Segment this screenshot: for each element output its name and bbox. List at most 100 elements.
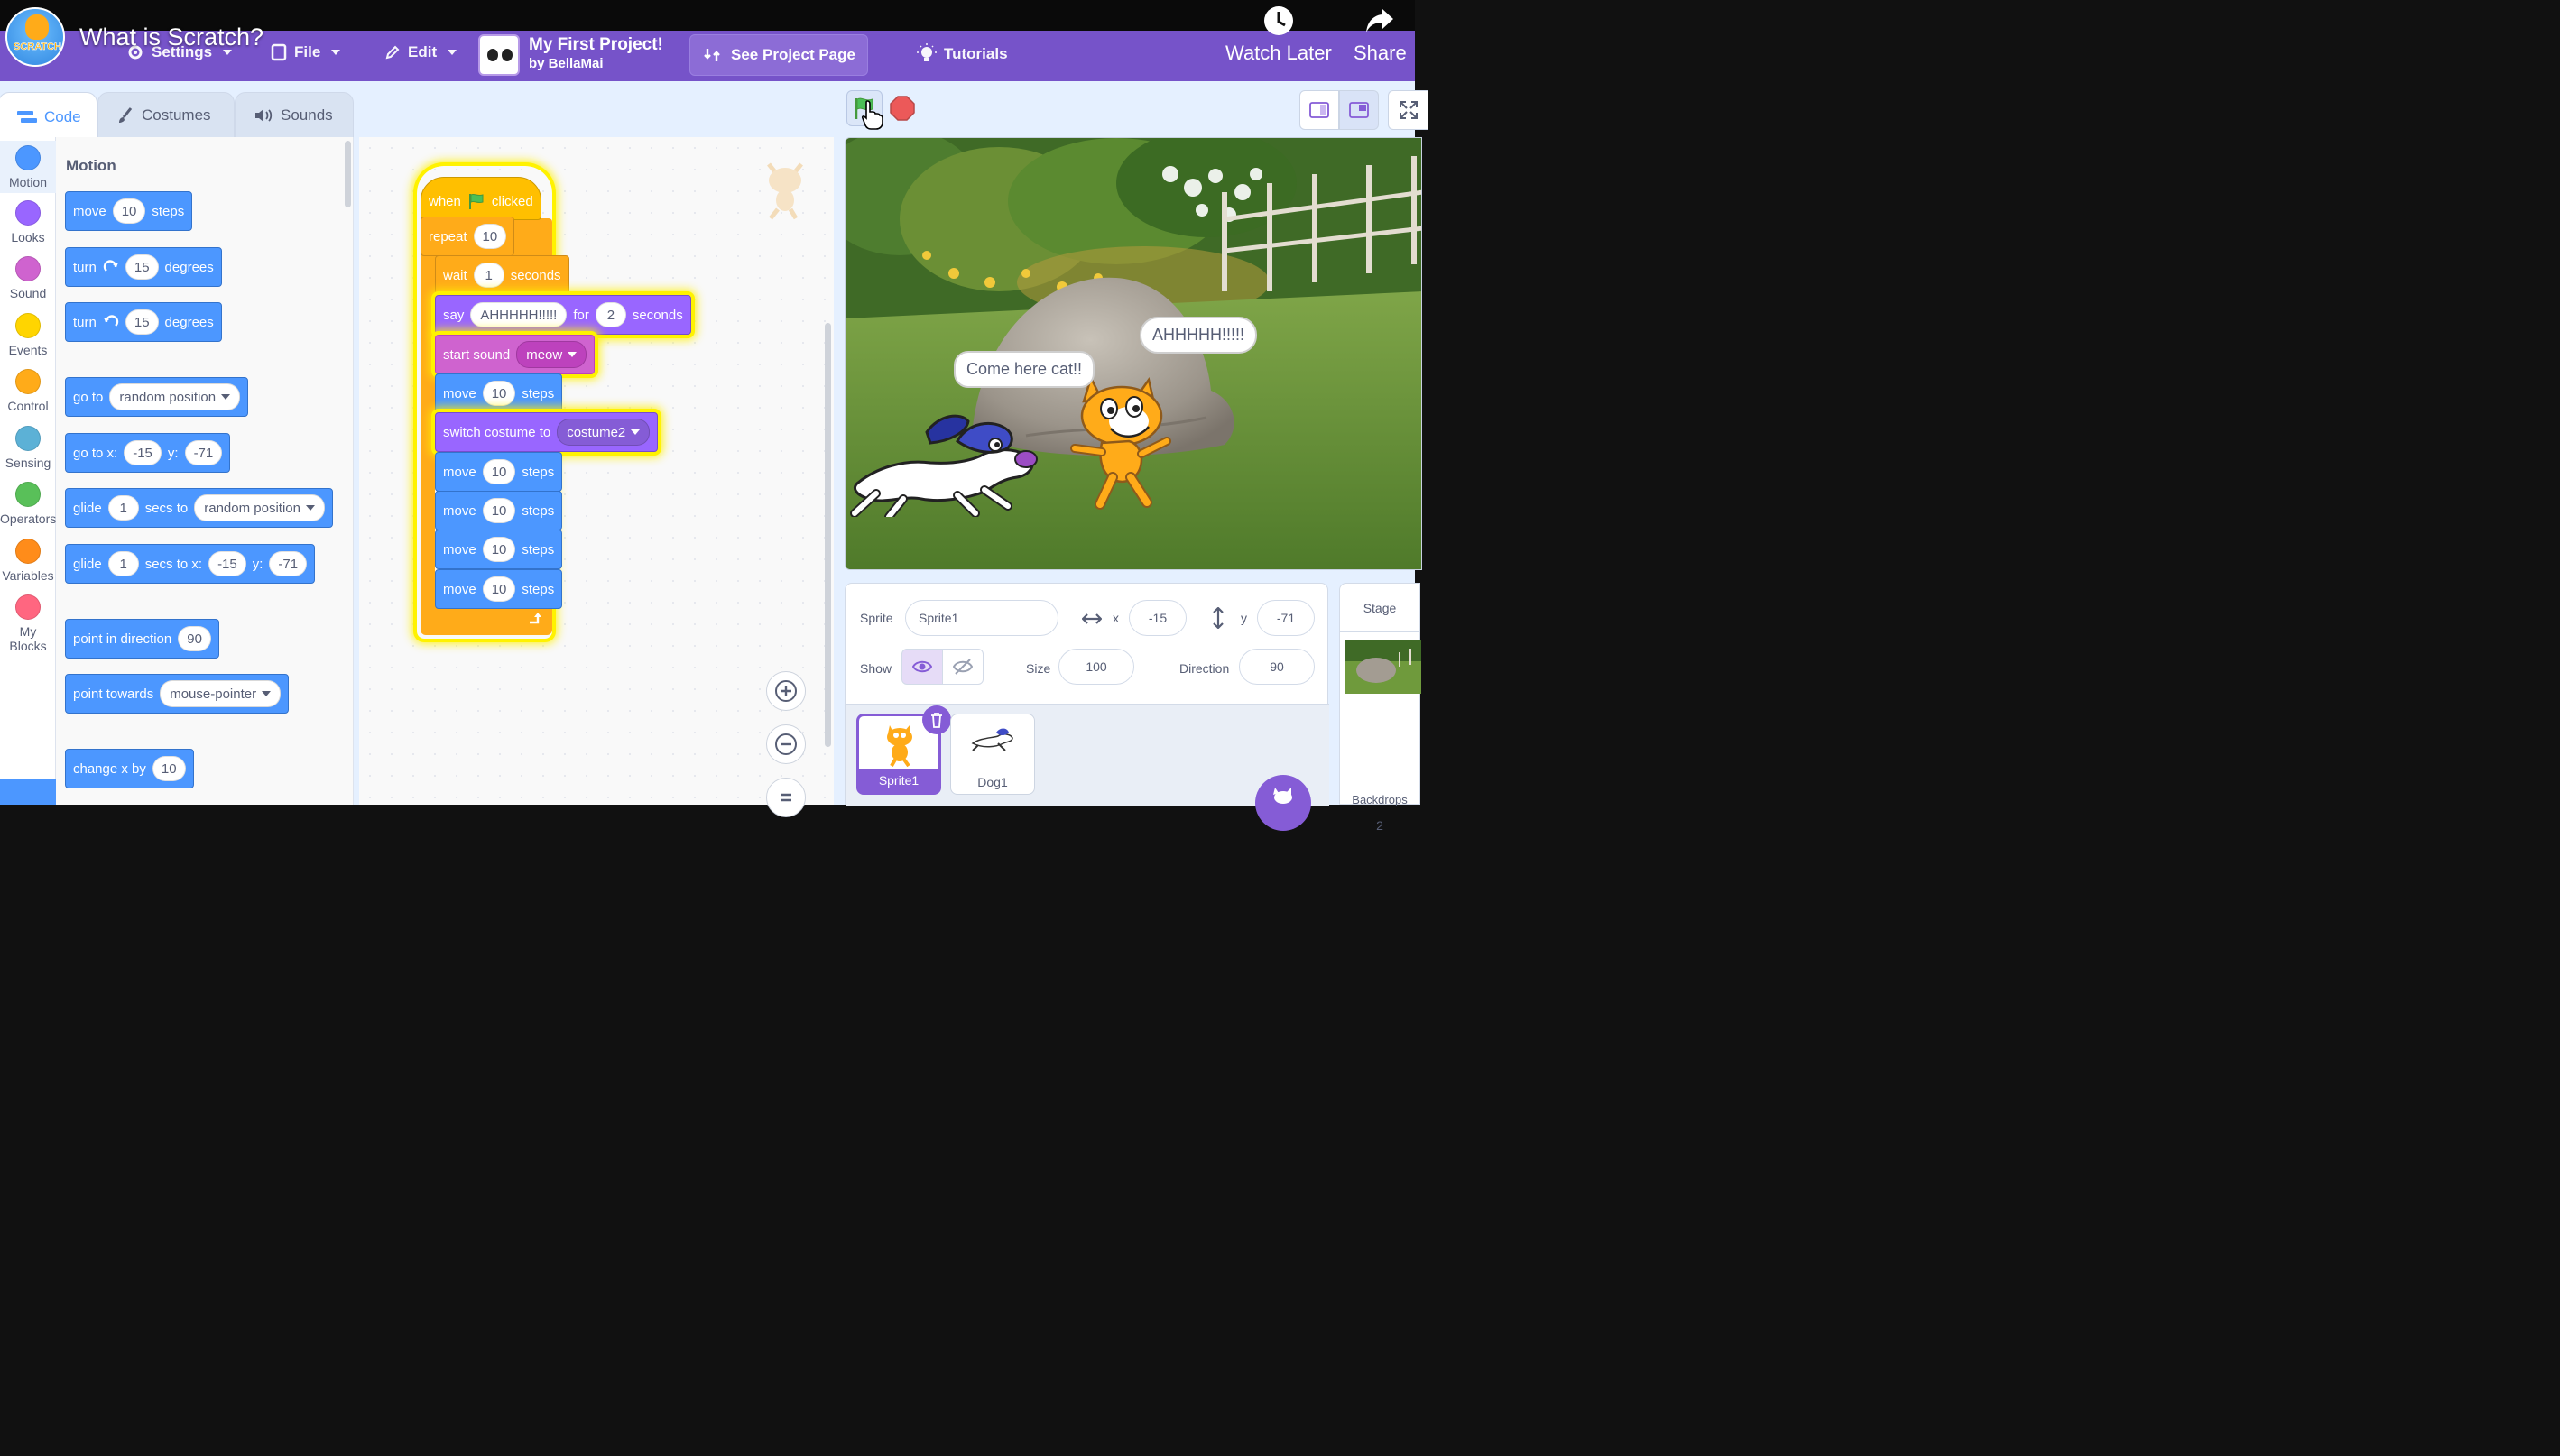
target-dropdown[interactable]: random position bbox=[194, 494, 325, 521]
block-text: point towards bbox=[73, 686, 154, 702]
wait-block[interactable]: wait 1 seconds bbox=[435, 255, 569, 295]
tab-code[interactable]: Code bbox=[0, 92, 97, 141]
cat-sprite[interactable] bbox=[1066, 369, 1183, 513]
move-steps-block[interactable]: move 10 steps bbox=[65, 191, 193, 231]
change-x-block[interactable]: change x by 10 bbox=[65, 749, 194, 788]
category-variables[interactable]: Variables bbox=[0, 539, 56, 583]
zoom-in-button[interactable] bbox=[766, 671, 806, 711]
channel-avatar[interactable]: SCRATCH bbox=[5, 7, 65, 67]
delete-sprite-button[interactable] bbox=[922, 705, 951, 734]
turn-right-block[interactable]: turn 15 degrees bbox=[65, 247, 222, 287]
number-input[interactable]: 90 bbox=[178, 626, 211, 651]
zoom-reset-button[interactable] bbox=[766, 778, 806, 817]
add-sprite-button[interactable] bbox=[1255, 775, 1311, 831]
go-to-block[interactable]: go to random position bbox=[65, 377, 249, 417]
x-position-input[interactable]: -15 bbox=[1129, 600, 1187, 636]
sound-dropdown[interactable]: meow bbox=[516, 341, 587, 368]
number-input[interactable]: -15 bbox=[124, 440, 162, 465]
tutorials-button[interactable]: Tutorials bbox=[917, 43, 1008, 65]
category-sensing[interactable]: Sensing bbox=[0, 426, 56, 470]
y-position-input[interactable]: -71 bbox=[1257, 600, 1315, 636]
number-input[interactable]: -71 bbox=[184, 440, 223, 465]
glide-to-xy-block[interactable]: glide 1 secs to x: -15 y: -71 bbox=[65, 544, 316, 584]
category-sound[interactable]: Sound bbox=[0, 256, 56, 300]
number-input[interactable]: 10 bbox=[482, 381, 516, 406]
project-author[interactable]: by BellaMai bbox=[529, 56, 604, 71]
video-title[interactable]: What is Scratch? bbox=[79, 23, 263, 51]
sprite-tile-sprite1[interactable]: Sprite1 bbox=[856, 705, 951, 795]
share-button[interactable]: Share bbox=[1354, 5, 1407, 65]
share-label: Share bbox=[1354, 41, 1407, 64]
palette-scrollbar[interactable] bbox=[345, 141, 351, 207]
number-input[interactable]: 15 bbox=[125, 309, 159, 335]
say-for-secs-block[interactable]: say AHHHHH!!!!! for 2 seconds bbox=[435, 295, 691, 335]
text-input[interactable]: AHHHHH!!!!! bbox=[470, 302, 568, 327]
move-steps-block[interactable]: move 10 steps bbox=[435, 491, 563, 530]
go-to-xy-block[interactable]: go to x: -15 y: -71 bbox=[65, 433, 231, 473]
fullscreen-button[interactable] bbox=[1388, 90, 1428, 130]
number-input[interactable]: 1 bbox=[473, 263, 504, 288]
category-events[interactable]: Events bbox=[0, 313, 56, 357]
project-thumbnail[interactable] bbox=[478, 34, 520, 76]
tab-costumes[interactable]: Costumes bbox=[97, 92, 235, 139]
tab-sounds[interactable]: Sounds bbox=[235, 92, 354, 139]
number-input[interactable]: 1 bbox=[107, 551, 139, 576]
show-hidden-button[interactable] bbox=[942, 649, 984, 685]
stage[interactable]: Come here cat!! AHHHHH!!!!! bbox=[845, 137, 1422, 570]
number-input[interactable]: 2 bbox=[595, 302, 626, 327]
category-motion[interactable]: Motion bbox=[0, 141, 56, 193]
small-stage-button[interactable] bbox=[1299, 90, 1339, 130]
zoom-out-button[interactable] bbox=[766, 724, 806, 764]
stage-selector[interactable]: Stage Backdrops 2 bbox=[1339, 583, 1421, 833]
move-steps-block[interactable]: move 10 steps bbox=[435, 530, 563, 569]
category-my-blocks[interactable]: My Blocks bbox=[0, 594, 56, 653]
file-menu[interactable]: File bbox=[271, 43, 341, 61]
point-in-direction-block[interactable]: point in direction 90 bbox=[65, 619, 219, 659]
turn-left-block[interactable]: turn 15 degrees bbox=[65, 302, 222, 342]
direction-input[interactable]: 90 bbox=[1239, 649, 1315, 685]
category-operators[interactable]: Operators bbox=[0, 482, 56, 526]
category-control[interactable]: Control bbox=[0, 369, 56, 413]
sprite-name-input[interactable]: Sprite1 bbox=[905, 600, 1058, 636]
point-towards-block[interactable]: point towards mouse-pointer bbox=[65, 674, 290, 714]
edit-menu[interactable]: Edit bbox=[384, 43, 457, 61]
size-input[interactable]: 100 bbox=[1058, 649, 1134, 685]
target-dropdown[interactable]: random position bbox=[109, 383, 241, 410]
stop-button[interactable] bbox=[890, 96, 915, 121]
number-input[interactable]: 10 bbox=[112, 198, 146, 224]
costume-dropdown[interactable]: costume2 bbox=[557, 419, 651, 446]
number-input[interactable]: -71 bbox=[269, 551, 308, 576]
number-input[interactable]: 10 bbox=[482, 537, 516, 562]
start-sound-block[interactable]: start sound meow bbox=[435, 335, 596, 374]
move-steps-block[interactable]: move 10 steps bbox=[435, 452, 563, 492]
glide-to-block[interactable]: glide 1 secs to random position bbox=[65, 488, 333, 528]
category-looks[interactable]: Looks bbox=[0, 200, 56, 244]
number-input[interactable]: 10 bbox=[482, 459, 516, 484]
target-dropdown[interactable]: mouse-pointer bbox=[160, 680, 282, 707]
when-flag-clicked-hat-block[interactable]: when clicked bbox=[421, 177, 541, 220]
watch-later-button[interactable]: Watch Later bbox=[1225, 5, 1332, 65]
number-input[interactable]: 10 bbox=[482, 576, 516, 602]
y-label: y bbox=[1241, 611, 1247, 625]
number-input[interactable]: 1 bbox=[107, 495, 139, 521]
move-steps-block[interactable]: move 10 steps bbox=[435, 569, 563, 609]
see-project-page-button[interactable]: See Project Page bbox=[689, 34, 868, 76]
number-input[interactable]: -15 bbox=[208, 551, 246, 576]
project-title[interactable]: My First Project! bbox=[529, 35, 663, 55]
sprite-tile-dog1[interactable]: Dog1 bbox=[950, 714, 1035, 795]
switch-costume-block[interactable]: switch costume to costume2 bbox=[435, 412, 659, 452]
number-input[interactable]: 15 bbox=[125, 254, 159, 280]
number-input[interactable]: 10 bbox=[152, 756, 186, 781]
chevron-down-icon bbox=[568, 352, 578, 357]
move-steps-block[interactable]: move 10 steps bbox=[435, 373, 563, 413]
number-input[interactable]: 10 bbox=[482, 498, 516, 523]
add-extension-button[interactable] bbox=[0, 779, 56, 805]
script-scrollbar[interactable] bbox=[825, 323, 831, 747]
repeat-block[interactable]: repeat 10 bbox=[421, 217, 515, 256]
pencil-icon bbox=[385, 45, 400, 60]
dog-sprite[interactable] bbox=[849, 405, 1040, 517]
show-visible-button[interactable] bbox=[901, 649, 943, 685]
number-input[interactable]: 10 bbox=[473, 224, 507, 249]
normal-stage-button[interactable] bbox=[1339, 90, 1379, 130]
script-area[interactable]: when clicked repeat 10 wait 1 seconds say AH… bbox=[359, 137, 834, 817]
